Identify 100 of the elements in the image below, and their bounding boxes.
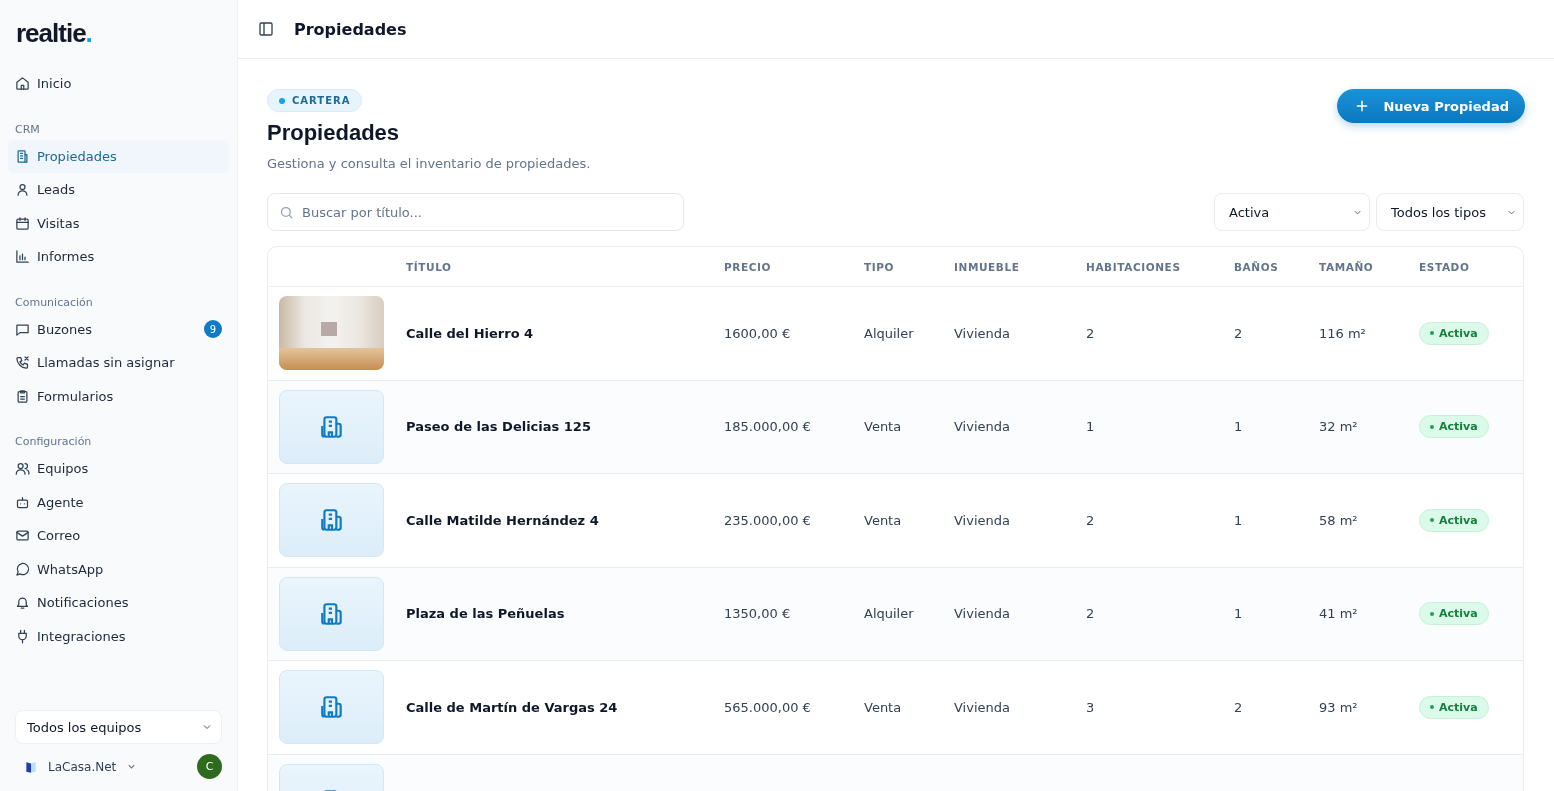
table-cell-text: 3	[1086, 699, 1096, 715]
building-icon	[318, 600, 345, 627]
sidebar-item[interactable]: Integraciones	[8, 619, 229, 653]
person-icon	[15, 182, 30, 198]
sidebar-item[interactable]: Visitas	[8, 206, 229, 240]
table-cell-text: 2	[1234, 699, 1244, 715]
sidebar-item[interactable]: WhatsApp	[8, 552, 229, 586]
people-icon	[15, 461, 30, 477]
chat-bubble-icon	[15, 561, 30, 577]
page-subtitle: Gestiona y consulta el inventario de propiedades.	[267, 156, 591, 171]
sidebar-item[interactable]: Notificaciones	[8, 586, 229, 620]
count-badge: 9	[204, 320, 222, 339]
table-cell-text: Venta	[864, 699, 903, 715]
page-title: Propiedades	[267, 120, 401, 146]
sidebar-item[interactable]: Informes	[8, 240, 229, 274]
table-cell-text: 2	[1086, 325, 1096, 341]
header-title: Propiedades	[294, 19, 407, 39]
table-cell-text: 235.000,00 €	[724, 512, 812, 528]
table-cell-text: Vivienda	[954, 512, 1011, 528]
building-icon	[318, 507, 345, 534]
column-header: TÍTULO	[406, 260, 453, 273]
mail-icon	[15, 528, 30, 544]
table-cell-text: 2	[1086, 606, 1096, 622]
sidebar-item[interactable]: Formularios	[8, 379, 229, 413]
table-cell-text: Alquiler	[864, 606, 915, 622]
table-cell-text: Venta	[864, 419, 903, 435]
column-header: INMUEBLE	[954, 260, 1021, 273]
table-cell-text: 1	[1234, 606, 1244, 622]
table-cell-text: Alquiler	[864, 325, 915, 341]
table-cell-text: 1	[1086, 419, 1096, 435]
table-cell-text: 41 m²	[1319, 606, 1359, 622]
table-cell-text: 58 m²	[1319, 512, 1359, 528]
section-heading: Configuración	[14, 434, 93, 450]
home-icon	[15, 76, 30, 92]
table-cell-text: 2	[1086, 512, 1096, 528]
table-cell-text: Vivienda	[954, 325, 1011, 341]
calendar-icon	[15, 215, 30, 231]
sidebar-toggle-icon[interactable]	[258, 21, 274, 37]
column-header: HABITACIONES	[1086, 260, 1182, 273]
plug-icon	[15, 628, 30, 644]
status-badge: Activa	[1419, 695, 1489, 719]
table-cell-text: Vivienda	[954, 699, 1011, 715]
table-cell-text: 1	[1234, 512, 1244, 528]
table-cell-text: 565.000,00 €	[724, 699, 812, 715]
table-cell-text: 1350,00 €	[724, 606, 792, 622]
sidebar-item[interactable]: Equipos	[8, 452, 229, 486]
sidebar-item[interactable]: Leads	[8, 173, 229, 207]
team-dropdown[interactable]: Todos los equipos	[15, 710, 222, 744]
table-cell-text: Calle Matilde Hernández 4	[406, 512, 600, 528]
table-cell-text: 1600,00 €	[724, 325, 792, 341]
section-heading: CRM	[14, 121, 41, 138]
table-row[interactable]: Calle Matilde Hernández 4 235.000,00 € Venta Vivienda 2 1 58 m² Activa	[268, 474, 1523, 568]
robot-icon	[15, 494, 30, 510]
table-cell-text: 32 m²	[1319, 419, 1359, 435]
table-cell-text: 93 m²	[1319, 699, 1359, 715]
filter-dropdown[interactable]: Todos los tipos	[1376, 193, 1524, 231]
sidebar-item[interactable]: Agente	[8, 485, 229, 519]
section-tag: CARTERA	[267, 89, 363, 112]
chat-icon	[15, 321, 30, 337]
status-badge: Activa	[1419, 508, 1489, 532]
clipboard-icon	[15, 388, 30, 404]
plus-icon	[1355, 99, 1370, 113]
sidebar-item[interactable]: Correo	[8, 519, 229, 553]
table-row[interactable]: Calle de Martín de Vargas 24 565.000,00 € Venta Vivienda 3 2 93 m² Activa	[268, 661, 1523, 755]
filter-dropdown[interactable]: Activa	[1214, 193, 1370, 231]
table-cell-text: Paseo de las Delicias 125	[406, 419, 592, 435]
status-badge: Activa	[1419, 602, 1489, 626]
building-icon	[15, 148, 30, 164]
table-cell-text: 2	[1234, 325, 1244, 341]
column-header: PRECIO	[724, 260, 773, 273]
search-field[interactable]: Buscar por título...	[267, 193, 684, 231]
sidebar-item[interactable]: Inicio	[8, 67, 229, 101]
section-heading: Comunicación	[14, 294, 94, 311]
table-cell-text: Calle de Martín de Vargas 24	[406, 699, 619, 715]
table-cell-text: Calle del Hierro 4	[406, 325, 535, 341]
bar-chart-icon	[15, 249, 30, 265]
user-avatar[interactable]: C	[197, 754, 222, 779]
table-row[interactable]: Paseo de las Delicias 125 185.000,00 € Venta Vivienda 1 1 32 m² Activa	[268, 380, 1523, 474]
column-header: TAMAÑO	[1319, 260, 1375, 273]
sidebar-item[interactable]: Propiedades	[8, 139, 229, 173]
bell-icon	[15, 595, 30, 611]
sidebar-item[interactable]: Llamadas sin asignar	[8, 346, 229, 380]
table-cell-text: 185.000,00 €	[724, 419, 812, 435]
table-cell-text: 116 m²	[1319, 325, 1367, 341]
table-cell-text: Plaza de las Peñuelas	[406, 606, 566, 622]
column-header: TIPO	[864, 260, 896, 273]
building-icon	[318, 694, 345, 721]
building-icon	[318, 413, 345, 440]
column-header: ESTADO	[1419, 260, 1471, 273]
book-icon	[24, 759, 38, 774]
phone-icon	[15, 355, 30, 371]
new-property-button[interactable]: Nueva Propiedad	[1337, 89, 1525, 123]
table-cell-text: Venta	[864, 512, 903, 528]
brand-logo: realtie.	[15, 18, 92, 49]
table-row[interactable]: Calle del Hierro 4 1600,00 € Alquiler Vivienda 2 2 116 m² Activa	[268, 287, 1523, 381]
sidebar-item[interactable]: Buzones 9	[8, 312, 229, 346]
table-cell-text: 1	[1234, 419, 1244, 435]
workspace-switcher[interactable]: LaCasa.Net	[24, 759, 138, 774]
table-row[interactable]: Plaza de las Peñuelas 1350,00 € Alquiler Vivienda 2 1 41 m² Activa	[268, 567, 1523, 661]
table-cell-text: Vivienda	[954, 606, 1011, 622]
